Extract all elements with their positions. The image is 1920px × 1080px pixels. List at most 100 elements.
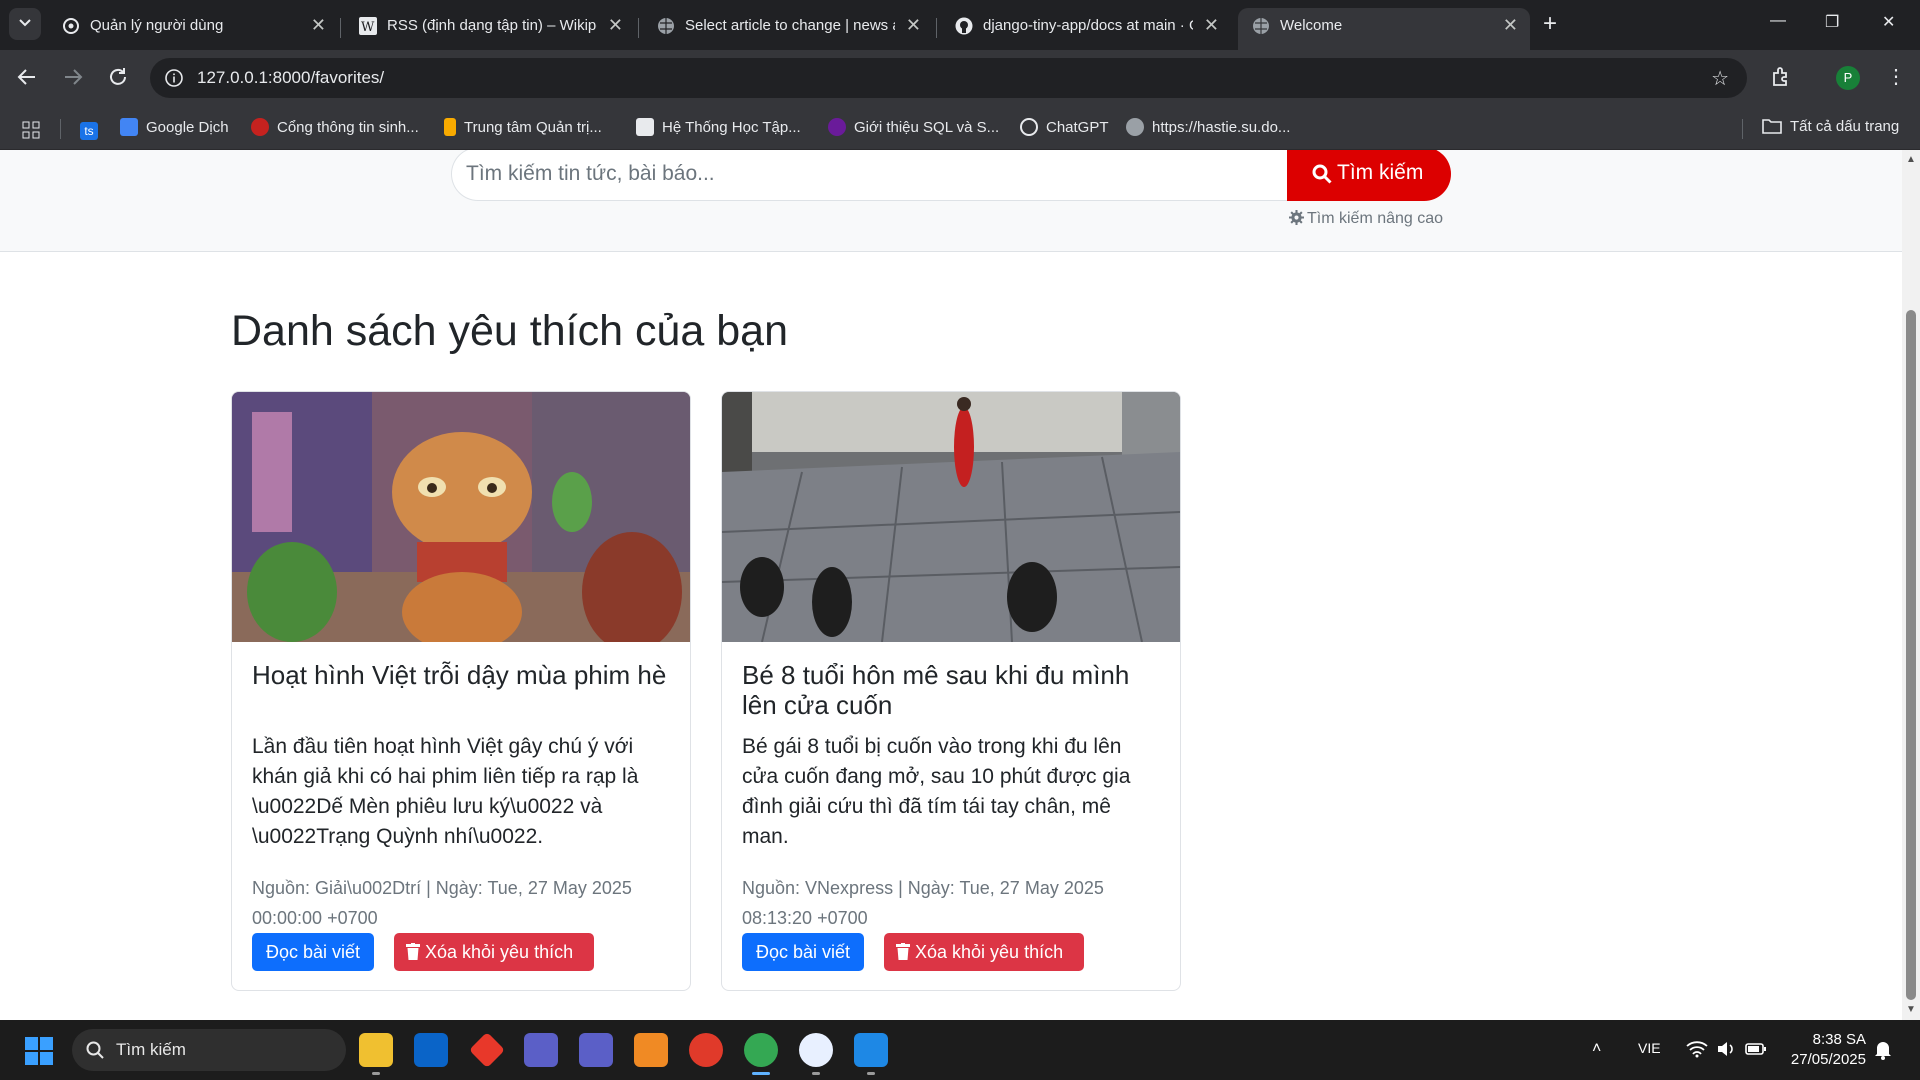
running-indicator <box>867 1072 875 1075</box>
tab-welcome[interactable]: Welcome ✕ <box>1238 8 1530 50</box>
file-explorer-icon[interactable] <box>359 1033 393 1067</box>
tab-title: Welcome <box>1280 17 1343 34</box>
scrollbar-thumb[interactable] <box>1906 310 1916 1000</box>
read-article-button[interactable]: Đọc bài viết <box>252 933 374 971</box>
address-bar[interactable]: 127.0.0.1:8000/favorites/ ☆ <box>150 58 1747 98</box>
wikipedia-icon: W <box>359 17 377 35</box>
clock-time: 8:38 SA <box>1812 1031 1866 1048</box>
search-button[interactable]: Tìm kiếm <box>1287 150 1451 201</box>
input-language[interactable]: VIE <box>1638 1040 1661 1056</box>
apps-grid-icon[interactable] <box>22 121 40 139</box>
anydesk-icon[interactable] <box>468 1031 506 1069</box>
bookmark-admin-center[interactable]: Trung tâm Quản trị... <box>444 118 602 136</box>
bookmark-label: Tất cả dấu trang <box>1790 118 1900 135</box>
tab-search-button[interactable] <box>9 8 41 40</box>
tray-overflow-icon[interactable]: ˄ <box>1592 1040 1601 1058</box>
wifi-icon[interactable] <box>1686 1040 1708 1058</box>
article-thumbnail[interactable] <box>722 392 1180 642</box>
more-menu-icon[interactable]: ⋮ <box>1886 64 1906 89</box>
tab-title: RSS (định dạng tập tin) – Wikipedia <box>387 17 597 34</box>
running-indicator <box>812 1072 820 1075</box>
minimize-icon[interactable]: — <box>1770 12 1786 30</box>
read-article-button[interactable]: Đọc bài viết <box>742 933 864 971</box>
bookmark-hastie[interactable]: https://hastie.su.do... <box>1126 118 1290 136</box>
bookmark-label: Google Dịch <box>146 119 229 136</box>
extensions-icon[interactable] <box>1769 65 1793 89</box>
bookmark-sql-intro[interactable]: Giới thiệu SQL và S... <box>828 118 999 136</box>
close-icon[interactable]: ✕ <box>1503 15 1518 36</box>
system-clock[interactable]: 8:38 SA 27/05/2025 <box>1780 1030 1866 1070</box>
volume-icon[interactable] <box>1716 1040 1736 1058</box>
bookmark-student-portal[interactable]: Cổng thông tin sinh... <box>251 118 419 136</box>
outlook-icon[interactable] <box>414 1033 448 1067</box>
windows-start-icon[interactable] <box>25 1037 53 1065</box>
bookmark-label: Hệ Thống Học Tập... <box>662 119 801 136</box>
tab-title: Quản lý người dùng <box>90 17 224 34</box>
tab-title: django-tiny-app/docs at main · GitHub <box>983 17 1193 34</box>
trash-icon <box>406 943 420 960</box>
new-tab-button[interactable]: + <box>1543 10 1557 38</box>
site-info-icon[interactable] <box>164 68 184 88</box>
battery-icon[interactable] <box>1745 1041 1767 1057</box>
bookmark-chatgpt[interactable]: ChatGPT <box>1020 118 1109 136</box>
article-meta: Nguồn: Giải\u002Dtrí | Ngày: Tue, 27 May… <box>252 878 632 928</box>
tab-news-admin[interactable]: Select article to change | news admin ✕ <box>643 8 933 50</box>
bookmark-ts[interactable]: ts <box>80 118 106 140</box>
chrome-icon[interactable] <box>744 1033 778 1067</box>
restore-icon[interactable]: ❐ <box>1825 12 1839 32</box>
clock-date: 27/05/2025 <box>1790 1051 1866 1068</box>
remove-favorite-label: Xóa khỏi yêu thích <box>425 942 574 962</box>
bookmark-label: Trung tâm Quản trị... <box>464 119 602 136</box>
tab-github-docs[interactable]: django-tiny-app/docs at main · GitHub ✕ <box>941 8 1231 50</box>
tab-user-management[interactable]: Quản lý người dùng ✕ <box>48 8 338 50</box>
tab-title: Select article to change | news admin <box>685 17 895 34</box>
url-text[interactable]: 127.0.0.1:8000/favorites/ <box>197 68 384 88</box>
browser-toolbar: 127.0.0.1:8000/favorites/ ☆ P ⋮ <box>0 50 1920 107</box>
back-arrow-icon[interactable] <box>16 66 38 88</box>
close-icon[interactable]: ✕ <box>906 15 921 36</box>
article-thumbnail[interactable] <box>232 392 690 642</box>
running-indicator <box>372 1072 380 1075</box>
close-icon[interactable]: ✕ <box>311 15 326 36</box>
scroll-up-icon[interactable]: ▲ <box>1906 154 1916 165</box>
page-scrollbar[interactable]: ▲ ▼ <box>1902 150 1920 1020</box>
orange-app-icon[interactable] <box>634 1033 668 1067</box>
scroll-down-icon[interactable]: ▼ <box>1906 1004 1916 1015</box>
advanced-search-link[interactable]: Tìm kiếm nâng cao <box>1289 210 1443 228</box>
google-translate-icon <box>120 118 138 136</box>
remove-favorite-button[interactable]: Xóa khỏi yêu thích <box>394 933 594 971</box>
globe-icon <box>658 18 674 34</box>
openai-icon <box>1020 118 1038 136</box>
forward-arrow-icon[interactable] <box>62 66 84 88</box>
article-title: Hoạt hình Việt trỗi dậy mùa phim hè <box>252 660 667 690</box>
all-bookmarks-folder[interactable]: Tất cả dấu trang <box>1762 118 1899 135</box>
bookmark-label: ChatGPT <box>1046 119 1109 136</box>
bookmark-star-icon[interactable]: ☆ <box>1711 66 1729 91</box>
search-button-label: Tìm kiếm <box>1337 161 1424 184</box>
close-icon[interactable]: ✕ <box>608 15 623 36</box>
admin-icon <box>444 118 456 136</box>
remove-favorite-button[interactable]: Xóa khỏi yêu thích <box>884 933 1084 971</box>
bookmark-google-translate[interactable]: Google Dịch <box>120 118 229 136</box>
wps-office-icon[interactable] <box>689 1033 723 1067</box>
bookmark-divider <box>1742 119 1743 139</box>
portal-icon <box>251 118 269 136</box>
teams-icon[interactable] <box>524 1033 558 1067</box>
tab-divider <box>340 18 341 38</box>
search-input[interactable]: Tìm kiếm tin tức, bài báo... <box>451 150 1287 201</box>
taskbar-search[interactable]: Tìm kiếm <box>72 1029 346 1071</box>
article-title: Bé 8 tuổi hôn mê sau khi đu mình lên cửa… <box>742 660 1130 720</box>
vscode-icon[interactable] <box>854 1033 888 1067</box>
reload-icon[interactable] <box>107 66 129 88</box>
bookmark-lms[interactable]: Hệ Thống Học Tập... <box>636 118 801 136</box>
teams-work-icon[interactable] <box>579 1033 613 1067</box>
gear-icon <box>1289 210 1304 225</box>
profile-avatar[interactable]: P <box>1836 66 1860 90</box>
zalo-icon[interactable] <box>799 1033 833 1067</box>
notification-bell-icon[interactable] <box>1874 1040 1892 1060</box>
tab-rss-wikipedia[interactable]: W RSS (định dạng tập tin) – Wikipedia ✕ <box>345 8 635 50</box>
tab-divider <box>638 18 639 38</box>
close-icon[interactable]: ✕ <box>1204 15 1219 36</box>
close-window-icon[interactable]: ✕ <box>1882 12 1895 32</box>
page-viewport: Tìm kiếm tin tức, bài báo... Tìm kiếm Tì… <box>0 150 1902 1020</box>
